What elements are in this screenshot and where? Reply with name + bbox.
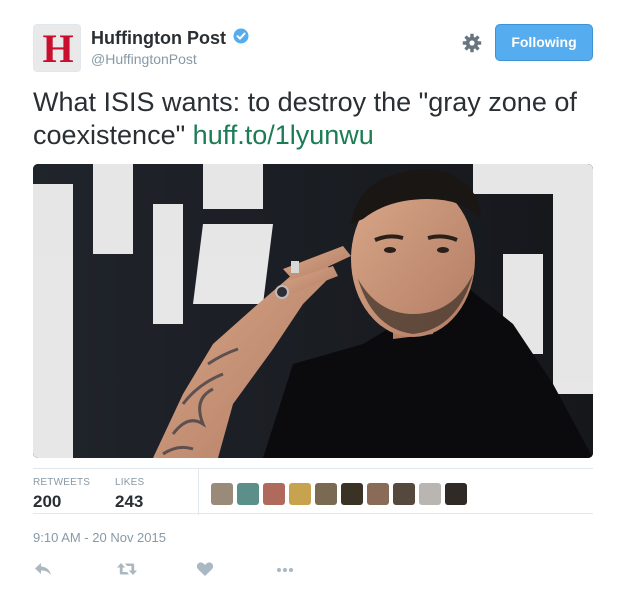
liker-avatar[interactable]: [367, 483, 389, 505]
liker-avatar[interactable]: [445, 483, 467, 505]
likes-stat[interactable]: LIKES 243: [115, 477, 144, 512]
liker-avatar[interactable]: [341, 483, 363, 505]
reply-icon[interactable]: [33, 560, 53, 583]
tweet-photo[interactable]: [33, 164, 593, 458]
liker-avatar[interactable]: [211, 483, 233, 505]
tweet-stats: RETWEETS 200 LIKES 243: [33, 468, 593, 515]
liker-avatars: [211, 483, 471, 505]
tweet-actions: [33, 560, 333, 580]
verified-badge-icon: [233, 28, 249, 49]
retweets-count: 200: [33, 492, 62, 511]
avatar[interactable]: H: [33, 24, 81, 72]
huffpost-logo: H: [34, 25, 82, 73]
avatar-letter: H: [42, 26, 74, 71]
retweet-icon[interactable]: [116, 560, 138, 583]
liker-avatar[interactable]: [289, 483, 311, 505]
following-button[interactable]: Following: [495, 24, 593, 61]
account-info[interactable]: Huffington Post @HuffingtonPost: [91, 28, 249, 67]
display-name[interactable]: Huffington Post: [91, 28, 226, 48]
tweet-text: What ISIS wants: to destroy the "gray zo…: [33, 86, 598, 152]
like-icon[interactable]: [196, 560, 214, 583]
liker-avatar[interactable]: [263, 483, 285, 505]
stats-divider: [198, 469, 199, 515]
liker-avatar[interactable]: [419, 483, 441, 505]
retweets-label: RETWEETS: [33, 477, 91, 488]
likes-label: LIKES: [115, 477, 145, 488]
liker-avatar[interactable]: [237, 483, 259, 505]
tweet-header: H Huffington Post @HuffingtonPost Follow…: [33, 24, 593, 72]
tweet-timestamp[interactable]: 9:10 AM - 20 Nov 2015: [33, 530, 166, 545]
liker-avatar[interactable]: [393, 483, 415, 505]
retweets-stat[interactable]: RETWEETS 200: [33, 477, 90, 512]
more-icon[interactable]: [275, 560, 295, 583]
likes-count: 243: [115, 492, 144, 511]
tweet-link[interactable]: huff.to/1lyunwu: [193, 120, 374, 150]
gear-icon[interactable]: [461, 32, 483, 54]
handle[interactable]: @HuffingtonPost: [91, 51, 249, 67]
liker-avatar[interactable]: [315, 483, 337, 505]
